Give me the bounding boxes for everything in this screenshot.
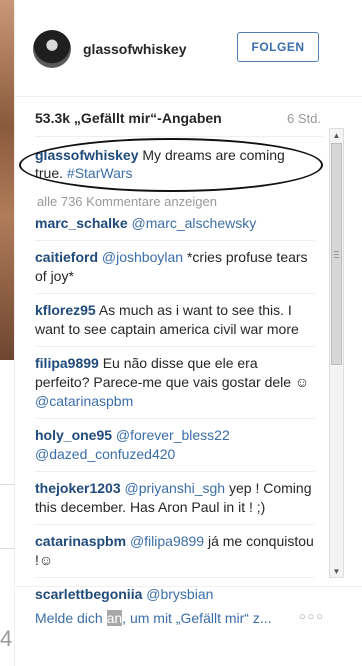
comment-mention[interactable]: @dazed_confuzed420 [35, 446, 175, 462]
background-photo-edge [0, 0, 14, 360]
scroll-thumb[interactable] [331, 143, 342, 365]
background-digit: 4 [0, 626, 13, 651]
comment: filipa9899 Eu não disse que ele era perf… [35, 354, 315, 411]
background-divider [0, 484, 14, 485]
divider [35, 293, 315, 294]
comment-username[interactable]: thejoker1203 [35, 480, 121, 496]
comment-mention[interactable]: @joshboylan [102, 249, 183, 265]
post-footer: Melde dich an, um mit „Gefällt mir“ z...… [15, 586, 362, 647]
divider [35, 136, 323, 137]
comment: holy_one95 @forever_bless22 @dazed_confu… [35, 426, 315, 464]
follow-button[interactable]: FOLGEN [237, 32, 319, 62]
grip-icon [334, 250, 339, 258]
comment: kflorez95 As much as i want to see this.… [35, 301, 315, 339]
login-prompt-link[interactable]: an [106, 610, 123, 626]
comment-mention[interactable]: @catarinaspbm [35, 393, 133, 409]
comment-list: marc_schalke @marc_alschewsky caitieford… [35, 214, 315, 604]
post-caption: glassofwhiskey My dreams are coming true… [35, 146, 305, 182]
divider [35, 346, 315, 347]
divider [35, 471, 315, 472]
view-all-comments-link[interactable]: alle 736 Kommentare anzeigen [37, 194, 217, 209]
comments-scrollbar[interactable]: ▲ ▼ [329, 128, 344, 578]
post-username[interactable]: glassofwhiskey [83, 41, 187, 57]
divider [35, 418, 315, 419]
post-header: glassofwhiskey FOLGEN [15, 0, 362, 97]
more-options-icon[interactable]: ○○○ [299, 611, 325, 623]
comment: catarinaspbm @filipa9899 já me conquisto… [35, 532, 315, 570]
comment: thejoker1203 @priyanshi_sgh yep ! Coming… [35, 479, 315, 517]
comment-mention[interactable]: @filipa9899 [130, 533, 204, 549]
comment-username[interactable]: kflorez95 [35, 302, 96, 318]
comment-username[interactable]: catarinaspbm [35, 533, 126, 549]
caption-username[interactable]: glassofwhiskey [35, 147, 139, 163]
comment-username[interactable]: marc_schalke [35, 215, 128, 231]
post-panel: glassofwhiskey FOLGEN 53.3k „Gefällt mir… [14, 0, 362, 666]
login-prompt[interactable]: Melde dich an, um mit „Gefällt mir“ z... [35, 610, 272, 626]
background-divider [0, 548, 14, 549]
comment-username[interactable]: filipa9899 [35, 355, 99, 371]
login-prompt-post: , um mit „Gefällt mir“ z... [122, 610, 272, 626]
comment-mention[interactable]: @marc_alschewsky [132, 215, 257, 231]
likes-count[interactable]: 53.3k „Gefällt mir“-Angaben [35, 110, 222, 126]
comment-username[interactable]: caitieford [35, 249, 98, 265]
post-time[interactable]: 6 Std. [287, 111, 321, 126]
comment-username[interactable]: holy_one95 [35, 427, 112, 443]
divider [35, 240, 315, 241]
divider [35, 524, 315, 525]
scroll-up-arrow-icon[interactable]: ▲ [330, 129, 343, 141]
scroll-down-arrow-icon[interactable]: ▼ [330, 565, 343, 577]
divider [35, 577, 315, 578]
comment-mention[interactable]: @priyanshi_sgh [125, 480, 226, 496]
comment-mention[interactable]: @forever_bless22 [116, 427, 230, 443]
avatar[interactable] [33, 30, 71, 68]
comment: marc_schalke @marc_alschewsky [35, 214, 315, 233]
login-prompt-pre: Melde dich [35, 610, 107, 626]
caption-hashtag[interactable]: #StarWars [67, 165, 133, 181]
comment: caitieford @joshboylan *cries profuse te… [35, 248, 315, 286]
